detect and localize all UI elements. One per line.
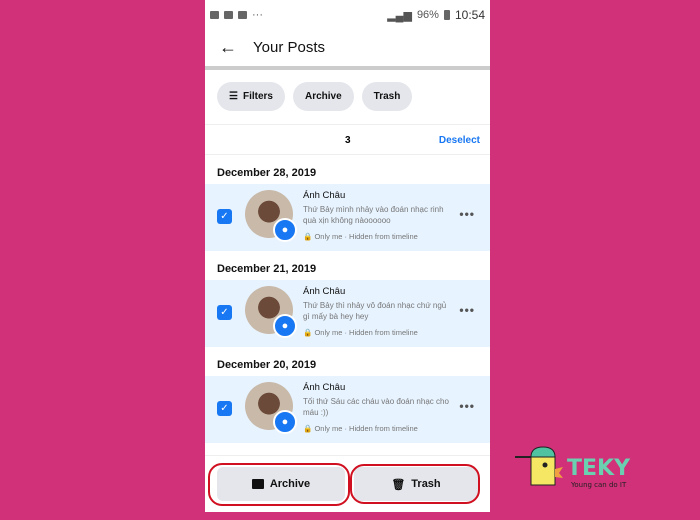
chat-icon — [224, 11, 233, 19]
page-title: Your Posts — [253, 38, 325, 56]
chip-label: Filters — [242, 91, 273, 102]
clock: 10:54 — [454, 8, 485, 22]
privacy-info: 🔒 Only me · Hidden from timeline — [303, 328, 418, 337]
checkbox-checked[interactable]: ✓ — [217, 209, 232, 224]
checkbox-checked[interactable]: ✓ — [217, 401, 232, 416]
person-icon: ● — [273, 218, 297, 242]
chip-label: Archive — [304, 91, 342, 102]
battery-icon — [443, 10, 450, 20]
trash-chip[interactable]: Trash — [361, 82, 413, 111]
more-options-icon[interactable]: ••• — [459, 207, 475, 221]
date-heading: December 21, 2019 — [217, 263, 317, 275]
author-name: Ánh Châu — [303, 286, 346, 297]
author-name: Ánh Châu — [303, 190, 346, 201]
battery-level: 96% — [416, 9, 439, 21]
privacy-text: Only me · Hidden from timeline — [314, 328, 418, 337]
selected-count: 3 — [345, 135, 351, 146]
teky-logo: TEKY Young can do IT — [515, 446, 631, 489]
phone-screen: ··· ▂▄▆ 96% 10:54 ← Your Posts ☰ Filters Ar… — [205, 0, 490, 512]
lock-icon: 🔒 — [303, 424, 315, 433]
header: ← Your Posts — [205, 30, 490, 64]
date-heading: December 20, 2019 — [217, 359, 317, 371]
status-bar: ··· ▂▄▆ 96% 10:54 — [205, 0, 490, 30]
svg-text:Young can do IT: Young can do IT — [570, 481, 627, 489]
filter-chips: ☰ Filters Archive Trash — [205, 70, 490, 124]
deselect-button[interactable]: Deselect — [439, 135, 480, 146]
more-options-icon[interactable]: ••• — [459, 303, 475, 317]
checkbox-checked[interactable]: ✓ — [217, 305, 232, 320]
author-name: Ánh Châu — [303, 382, 346, 393]
post-text: Tối thứ Sáu các cháu vào đoán nhạc cho m… — [303, 397, 449, 417]
filters-chip[interactable]: ☰ Filters — [217, 82, 285, 111]
privacy-text: Only me · Hidden from timeline — [314, 232, 418, 241]
bottom-action-bar: Archive 🗑 Trash — [205, 455, 490, 512]
mail-icon — [238, 11, 247, 19]
lock-icon: 🔒 — [303, 328, 315, 337]
highlight-oval-archive — [208, 463, 350, 506]
chip-label: Trash — [373, 91, 401, 102]
post-item[interactable]: ✓ ● Ánh Châu Thứ Bảy mình nhảy vào đoán … — [205, 184, 490, 251]
more-notifications-icon: ··· — [252, 9, 263, 21]
svg-text:TEKY: TEKY — [567, 456, 631, 481]
archive-chip[interactable]: Archive — [292, 82, 354, 111]
post-text: Thứ Bảy mình nhảy vào đoán nhạc rinh quà… — [303, 205, 444, 225]
privacy-info: 🔒 Only me · Hidden from timeline — [303, 232, 418, 241]
selection-bar: 3 Deselect — [205, 124, 490, 155]
lock-icon: 🔒 — [303, 232, 315, 241]
highlight-oval-trash — [350, 464, 480, 504]
sliders-icon: ☰ — [229, 91, 238, 102]
gallery-icon — [210, 11, 219, 19]
date-heading: December 28, 2019 — [217, 167, 317, 179]
person-icon: ● — [273, 314, 297, 338]
person-icon: ● — [273, 410, 297, 434]
post-item[interactable]: ✓ ● Ánh Châu Tối thứ Sáu các cháu vào đo… — [205, 376, 490, 443]
post-text: Thứ Bảy thì nhảy vô đoán nhạc chứ ngủ gì… — [303, 301, 447, 321]
signal-icon: ▂▄▆ — [387, 9, 412, 22]
back-arrow-icon[interactable]: ← — [219, 37, 237, 58]
privacy-info: 🔒 Only me · Hidden from timeline — [303, 424, 418, 433]
privacy-text: Only me · Hidden from timeline — [314, 424, 418, 433]
post-item[interactable]: ✓ ● Ánh Châu Thứ Bảy thì nhảy vô đoán nh… — [205, 280, 490, 347]
more-options-icon[interactable]: ••• — [459, 399, 475, 413]
